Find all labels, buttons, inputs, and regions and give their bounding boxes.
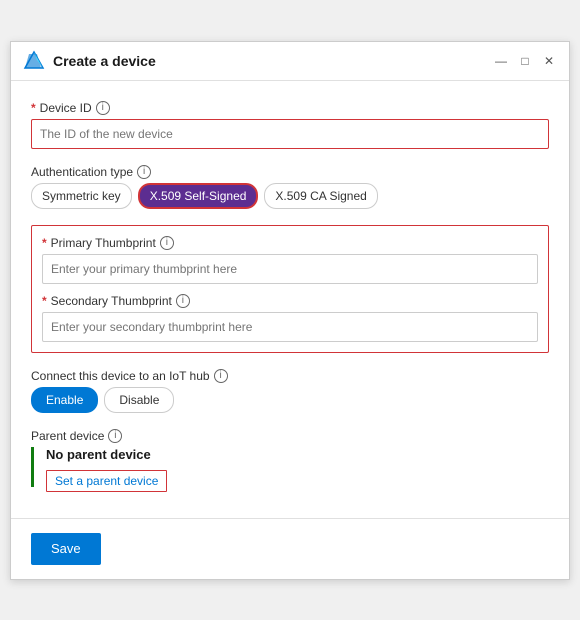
device-id-group: * Device ID i xyxy=(31,101,549,149)
primary-thumbprint-label: Primary Thumbprint xyxy=(51,236,156,250)
minimize-icon: — xyxy=(495,54,507,68)
auth-type-group: Authentication type i Symmetric key X.50… xyxy=(31,165,549,209)
app-logo xyxy=(23,50,45,72)
connect-group: Connect this device to an IoT hub i Enab… xyxy=(31,369,549,413)
primary-thumbprint-required-star: * xyxy=(42,236,47,250)
secondary-thumbprint-label-row: * Secondary Thumbprint i xyxy=(42,294,538,308)
window-footer: Save xyxy=(11,518,569,579)
auth-type-label-row: Authentication type i xyxy=(31,165,549,179)
create-device-window: Create a device — □ ✕ * Device ID i xyxy=(10,41,570,580)
title-bar: Create a device — □ ✕ xyxy=(11,42,569,81)
connect-info-icon[interactable]: i xyxy=(214,369,228,383)
primary-thumbprint-info-icon[interactable]: i xyxy=(160,236,174,250)
primary-thumbprint-label-row: * Primary Thumbprint i xyxy=(42,236,538,250)
parent-device-label-row: Parent device i xyxy=(31,429,549,443)
connect-label-row: Connect this device to an IoT hub i xyxy=(31,369,549,383)
auth-type-label: Authentication type xyxy=(31,165,133,179)
auth-btn-x509self[interactable]: X.509 Self-Signed xyxy=(138,183,259,209)
secondary-thumbprint-label: Secondary Thumbprint xyxy=(51,294,172,308)
parent-text-block: No parent device Set a parent device xyxy=(46,447,167,492)
primary-thumbprint-input[interactable] xyxy=(42,254,538,284)
auth-btn-x509ca[interactable]: X.509 CA Signed xyxy=(264,183,377,209)
window-title: Create a device xyxy=(53,53,156,69)
auth-type-info-icon[interactable]: i xyxy=(137,165,151,179)
window-body: * Device ID i Authentication type i Symm… xyxy=(11,81,569,518)
connect-enable-button[interactable]: Enable xyxy=(31,387,98,413)
maximize-button[interactable]: □ xyxy=(517,53,533,69)
device-id-label: Device ID xyxy=(40,101,92,115)
parent-content: No parent device Set a parent device xyxy=(31,447,549,492)
secondary-thumbprint-required-star: * xyxy=(42,294,47,308)
save-button[interactable]: Save xyxy=(31,533,101,565)
device-id-label-row: * Device ID i xyxy=(31,101,549,115)
primary-thumbprint-group: * Primary Thumbprint i xyxy=(42,236,538,284)
device-id-required-star: * xyxy=(31,101,36,115)
connect-toggle-buttons: Enable Disable xyxy=(31,387,549,413)
secondary-thumbprint-info-icon[interactable]: i xyxy=(176,294,190,308)
secondary-thumbprint-input[interactable] xyxy=(42,312,538,342)
no-parent-text: No parent device xyxy=(46,447,167,462)
parent-device-label: Parent device xyxy=(31,429,104,443)
auth-btn-symmetric[interactable]: Symmetric key xyxy=(31,183,132,209)
thumbprint-section: * Primary Thumbprint i * Secondary Thumb… xyxy=(31,225,549,353)
close-button[interactable]: ✕ xyxy=(541,53,557,69)
auth-type-buttons: Symmetric key X.509 Self-Signed X.509 CA… xyxy=(31,183,549,209)
green-bar-indicator xyxy=(31,447,34,487)
parent-device-group: Parent device i No parent device Set a p… xyxy=(31,429,549,492)
set-parent-device-link[interactable]: Set a parent device xyxy=(46,470,167,492)
device-id-input[interactable] xyxy=(31,119,549,149)
connect-label: Connect this device to an IoT hub xyxy=(31,369,210,383)
title-bar-left: Create a device xyxy=(23,50,156,72)
title-bar-controls: — □ ✕ xyxy=(493,53,557,69)
maximize-icon: □ xyxy=(521,54,528,68)
close-icon: ✕ xyxy=(544,54,554,68)
parent-device-info-icon[interactable]: i xyxy=(108,429,122,443)
device-id-info-icon[interactable]: i xyxy=(96,101,110,115)
minimize-button[interactable]: — xyxy=(493,53,509,69)
connect-disable-button[interactable]: Disable xyxy=(104,387,174,413)
secondary-thumbprint-group: * Secondary Thumbprint i xyxy=(42,294,538,342)
